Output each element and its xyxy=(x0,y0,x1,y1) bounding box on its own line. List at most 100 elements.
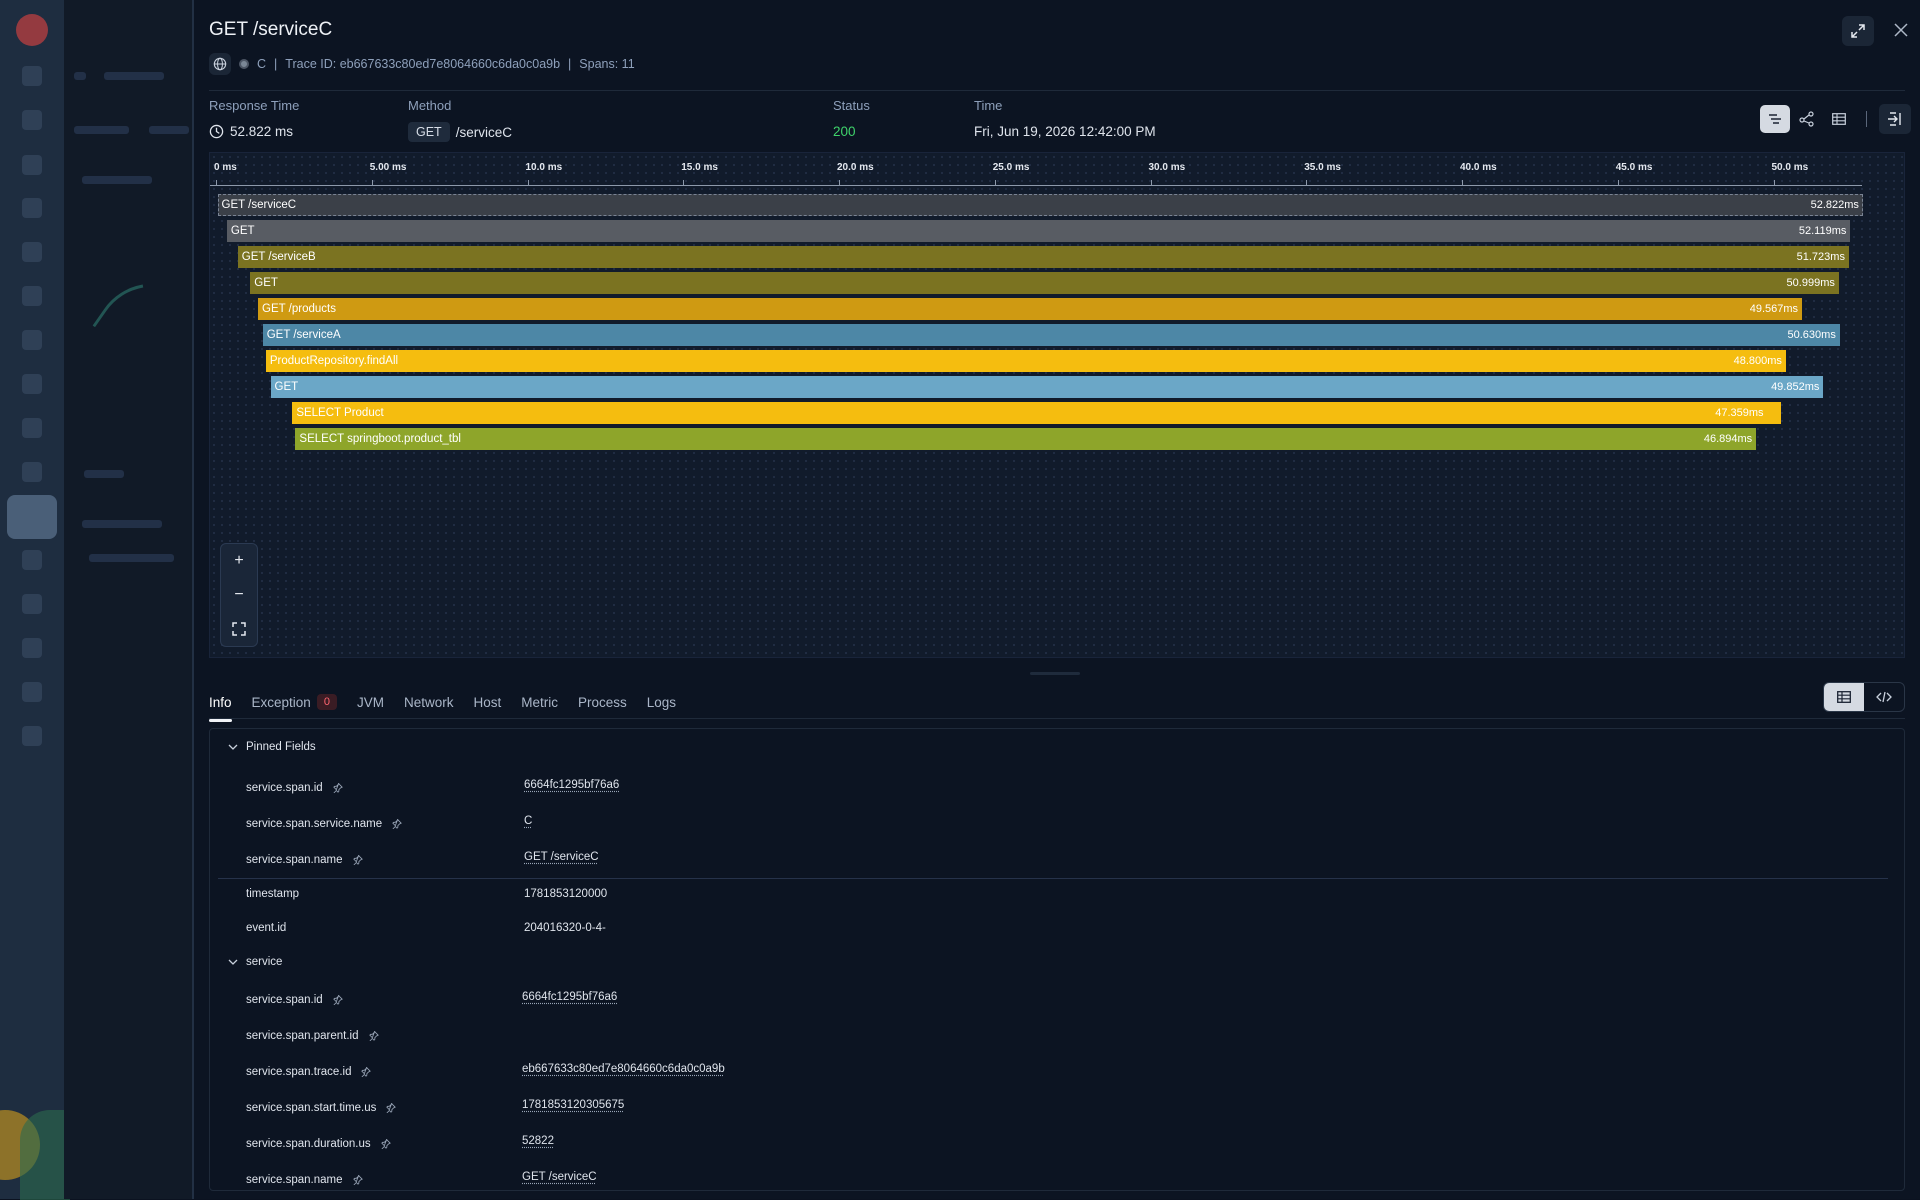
view-switcher xyxy=(1760,104,1911,134)
pin-icon[interactable] xyxy=(392,819,402,832)
close-icon xyxy=(1893,22,1909,38)
resize-handle[interactable] xyxy=(1030,672,1080,675)
section-title: service xyxy=(246,956,282,968)
bg-nav-icon xyxy=(22,462,42,482)
pin-icon[interactable] xyxy=(353,855,363,868)
span-bar[interactable]: ProductRepository.findAll 48.800ms xyxy=(266,350,1786,372)
span-duration: 49.852ms xyxy=(1771,381,1819,393)
bg-nav-active xyxy=(7,495,57,539)
tab-metric[interactable]: Metric xyxy=(521,689,558,716)
service-section[interactable]: service xyxy=(228,956,282,968)
trace-subtitle: C | Trace ID: eb667633c80ed7e8064660c6da… xyxy=(209,53,635,75)
pin-icon[interactable] xyxy=(381,1139,391,1152)
bg-nav-icon xyxy=(22,66,42,86)
axis-tick-label: 50.0 ms xyxy=(1772,162,1809,173)
response-time-label: Response Time xyxy=(209,98,299,113)
time-value: Fri, Jun 19, 2026 12:42:00 PM xyxy=(974,124,1156,139)
span-bar[interactable]: GET /serviceA 50.630ms xyxy=(263,324,1840,346)
divider xyxy=(218,878,1888,879)
pin-icon[interactable] xyxy=(333,783,343,796)
span-name: ProductRepository.findAll xyxy=(270,355,398,367)
field-value[interactable]: 6664fc1295bf76a6 xyxy=(524,779,619,791)
span-count: Spans: 11 xyxy=(579,57,634,71)
time-label: Time xyxy=(974,98,1002,113)
span-bar[interactable]: SELECT springboot.product_tbl 46.894ms xyxy=(295,428,1756,450)
tab-logs[interactable]: Logs xyxy=(647,689,676,716)
table-view-button[interactable] xyxy=(1824,105,1854,133)
tab-host[interactable]: Host xyxy=(473,689,501,716)
background-main xyxy=(64,0,194,1199)
field-key-text: event.id xyxy=(246,922,286,934)
section-title: Pinned Fields xyxy=(246,741,316,753)
close-button[interactable] xyxy=(1887,16,1915,44)
span-bar[interactable]: GET 49.852ms xyxy=(271,376,1824,398)
span-duration: 50.999ms xyxy=(1787,277,1835,289)
service-name: C xyxy=(257,57,266,71)
span-bar[interactable]: GET /serviceB 51.723ms xyxy=(238,246,1849,268)
field-value[interactable]: eb667633c80ed7e8064660c6da0c0a9b xyxy=(522,1063,725,1075)
span-bar[interactable]: GET /serviceC 52.822ms xyxy=(218,194,1863,216)
bg-nav-icon xyxy=(22,418,42,438)
pin-icon[interactable] xyxy=(361,1067,371,1080)
tab-info[interactable]: Info xyxy=(209,689,232,716)
time-axis: 0 ms 5.00 ms 10.0 ms 15.0 ms 20.0 ms 25.0 ms 3… xyxy=(210,153,1904,185)
bg-nav-icon xyxy=(22,550,42,570)
chevron-down-icon xyxy=(228,742,238,752)
axis-tick-label: 40.0 ms xyxy=(1460,162,1497,173)
span-duration: 46.894ms xyxy=(1704,433,1752,445)
field-value[interactable]: 6664fc1295bf76a6 xyxy=(522,991,617,1003)
field-value[interactable]: 1781853120305675 xyxy=(522,1099,624,1111)
axis-tick-label: 25.0 ms xyxy=(993,162,1030,173)
zoom-out-button[interactable]: − xyxy=(224,581,254,609)
separator: | xyxy=(568,57,571,71)
field-value[interactable]: GET /serviceC xyxy=(522,1171,597,1183)
axis-tick-label: 15.0 ms xyxy=(681,162,718,173)
bg-nav-icon xyxy=(22,374,42,394)
tab-process[interactable]: Process xyxy=(578,689,627,716)
span-bar[interactable]: GET 50.999ms xyxy=(250,272,1839,294)
axis-tick-label: 5.00 ms xyxy=(370,162,407,173)
span-bar[interactable]: SELECT Product 47.359ms xyxy=(292,402,1767,424)
bg-nav-icon xyxy=(22,726,42,746)
field-value[interactable]: 52822 xyxy=(522,1135,554,1147)
pin-icon[interactable] xyxy=(353,1175,363,1188)
collapse-panel-button[interactable] xyxy=(1879,104,1911,134)
field-key: timestamp xyxy=(246,888,299,900)
tab-label: Process xyxy=(578,695,627,710)
trace-waterfall-chart: 0 ms 5.00 ms 10.0 ms 15.0 ms 20.0 ms 25.0 ms 3… xyxy=(209,152,1905,658)
response-time-value: 52.822 ms xyxy=(209,124,293,139)
tab-exception[interactable]: Exception 0 xyxy=(252,688,337,716)
table-mode-button[interactable] xyxy=(1824,683,1864,711)
waterfall-view-button[interactable] xyxy=(1760,105,1790,133)
field-key-text: timestamp xyxy=(246,888,299,900)
expand-button[interactable] xyxy=(1842,16,1874,46)
field-value[interactable]: C xyxy=(524,815,532,827)
bg-nav-icon xyxy=(22,682,42,702)
fit-view-button[interactable] xyxy=(224,615,254,643)
tab-jvm[interactable]: JVM xyxy=(357,689,384,716)
pinned-fields-section[interactable]: Pinned Fields xyxy=(228,741,316,753)
field-value[interactable]: GET /serviceC xyxy=(524,851,599,863)
field-key-text: service.span.duration.us xyxy=(246,1138,371,1150)
info-mode-switch xyxy=(1823,682,1905,712)
pin-icon[interactable] xyxy=(333,995,343,1008)
bg-nav-icon xyxy=(22,286,42,306)
pin-icon[interactable] xyxy=(386,1103,396,1116)
method-path: /serviceC xyxy=(456,125,512,140)
span-name: GET xyxy=(254,277,278,289)
tab-label: Exception xyxy=(252,695,311,710)
pin-icon[interactable] xyxy=(369,1031,379,1044)
graph-view-button[interactable] xyxy=(1792,105,1822,133)
zoom-in-button[interactable]: + xyxy=(224,547,254,575)
method-badge: GET xyxy=(408,122,450,142)
axis-tick-label: 45.0 ms xyxy=(1616,162,1653,173)
tab-network[interactable]: Network xyxy=(404,689,454,716)
code-icon xyxy=(1876,691,1892,703)
detail-tabs: Info Exception 0 JVM Network Host Metric Proces… xyxy=(209,684,696,720)
span-bar[interactable]: GET /products 49.567ms xyxy=(258,298,1802,320)
bg-line xyxy=(104,72,164,80)
bg-nav-icon xyxy=(22,594,42,614)
span-bar[interactable]: GET 52.119ms xyxy=(227,220,1851,242)
code-mode-button[interactable] xyxy=(1864,683,1904,711)
globe-icon[interactable] xyxy=(209,53,231,75)
